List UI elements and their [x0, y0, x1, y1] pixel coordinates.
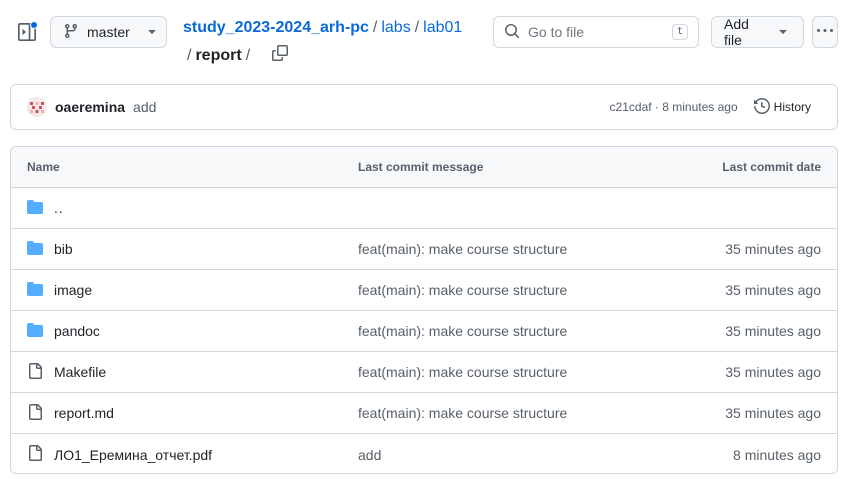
- branch-name: master: [87, 24, 130, 40]
- notification-dot: [30, 21, 38, 29]
- triangle-down-icon: [144, 23, 160, 42]
- file-icon: [27, 403, 54, 423]
- file-icon: [27, 362, 54, 382]
- breadcrumb-lab01-link[interactable]: lab01: [423, 19, 462, 36]
- breadcrumb-separator: /: [414, 19, 420, 36]
- breadcrumb-repo-link[interactable]: study_2023-2024_arh-pc: [183, 19, 369, 36]
- commit-author-link[interactable]: oaeremina: [55, 99, 125, 115]
- table-row[interactable]: Makefile feat(main): make course structu…: [11, 352, 837, 393]
- file-tree-toggle-button[interactable]: [14, 20, 40, 46]
- file-icon: [27, 445, 54, 464]
- more-options-button[interactable]: [812, 16, 838, 48]
- header-last-commit-date: Last commit date: [722, 160, 821, 174]
- table-row[interactable]: bib feat(main): make course structure 35…: [11, 229, 837, 270]
- breadcrumb-separator: /: [245, 47, 251, 64]
- row-name-cell: ЛО1_Еремина_отчет.pdf: [27, 445, 212, 464]
- branch-selector-button[interactable]: master: [50, 16, 167, 48]
- commit-message-link[interactable]: feat(main): make course structure: [358, 282, 567, 298]
- history-button[interactable]: History: [753, 97, 811, 117]
- shortcut-hint: t: [671, 24, 688, 40]
- table-row-parent-directory[interactable]: ..: [11, 188, 837, 229]
- commit-message-link[interactable]: add: [358, 447, 381, 463]
- commit-message-link[interactable]: feat(main): make course structure: [358, 241, 567, 257]
- commit-message-link[interactable]: feat(main): make course structure: [358, 405, 567, 421]
- commit-time: 8 minutes ago: [662, 100, 738, 114]
- file-name-link[interactable]: Makefile: [54, 364, 106, 380]
- commit-date: 8 minutes ago: [733, 446, 821, 463]
- search-icon: [504, 23, 520, 42]
- header-name: Name: [27, 160, 60, 174]
- file-name-link[interactable]: bib: [54, 241, 73, 257]
- latest-commit-box: oaeremina add c21cdaf · 8 minutes ago Hi…: [10, 84, 838, 130]
- file-table: Name Last commit message Last commit dat…: [10, 146, 838, 474]
- folder-icon: [27, 199, 54, 218]
- breadcrumb-labs-link[interactable]: labs: [381, 19, 410, 36]
- commit-date: 35 minutes ago: [725, 241, 821, 257]
- table-row[interactable]: pandoc feat(main): make course structure…: [11, 311, 837, 352]
- git-branch-icon: [63, 23, 79, 42]
- row-name-cell: bib: [27, 240, 73, 259]
- folder-icon: [27, 322, 54, 341]
- file-name-link[interactable]: ЛО1_Еремина_отчет.pdf: [54, 447, 212, 463]
- go-to-file-input[interactable]: Go to file t: [493, 16, 699, 48]
- parent-directory-link[interactable]: ..: [54, 200, 64, 216]
- commit-date: 35 minutes ago: [725, 323, 821, 339]
- breadcrumb-current: report: [195, 47, 242, 64]
- breadcrumb: study_2023-2024_arh-pc / labs / lab01 /repor…: [183, 18, 462, 64]
- file-name-link[interactable]: pandoc: [54, 323, 100, 339]
- commit-meta: c21cdaf · 8 minutes ago: [610, 100, 738, 114]
- commit-sha-link[interactable]: c21cdaf: [610, 100, 652, 114]
- commit-date: 35 minutes ago: [725, 364, 821, 380]
- file-name-link[interactable]: image: [54, 282, 92, 298]
- row-name-cell: ..: [27, 199, 64, 218]
- file-name-link[interactable]: report.md: [54, 405, 114, 421]
- folder-icon: [27, 281, 54, 300]
- table-row[interactable]: image feat(main): make course structure …: [11, 270, 837, 311]
- row-name-cell: image: [27, 281, 92, 300]
- header-last-commit-message: Last commit message: [358, 160, 484, 174]
- commit-message-link[interactable]: add: [133, 99, 610, 115]
- avatar[interactable]: [27, 97, 47, 117]
- row-name-cell: pandoc: [27, 322, 100, 341]
- history-label: History: [773, 100, 811, 114]
- copy-icon: [272, 45, 289, 67]
- breadcrumb-separator: /: [372, 19, 378, 36]
- add-file-label: Add file: [724, 16, 749, 48]
- table-row[interactable]: ЛО1_Еремина_отчет.pdf add 8 minutes ago: [11, 434, 837, 473]
- table-header: Name Last commit message Last commit dat…: [11, 147, 837, 188]
- copy-path-button[interactable]: [272, 45, 289, 67]
- commit-date: 35 minutes ago: [725, 282, 821, 298]
- add-file-button[interactable]: Add file: [711, 16, 804, 48]
- kebab-horizontal-icon: [817, 23, 833, 42]
- commit-date: 35 minutes ago: [725, 405, 821, 421]
- triangle-down-icon: [775, 23, 791, 42]
- commit-message-link[interactable]: feat(main): make course structure: [358, 364, 567, 380]
- history-icon: [753, 97, 774, 117]
- table-row[interactable]: report.md feat(main): make course struct…: [11, 393, 837, 434]
- breadcrumb-separator: /: [187, 47, 192, 64]
- meta-separator: ·: [654, 100, 659, 114]
- folder-icon: [27, 240, 54, 259]
- row-name-cell: report.md: [27, 403, 114, 423]
- search-placeholder: Go to file: [528, 24, 585, 40]
- commit-message-link[interactable]: feat(main): make course structure: [358, 323, 567, 339]
- row-name-cell: Makefile: [27, 362, 106, 382]
